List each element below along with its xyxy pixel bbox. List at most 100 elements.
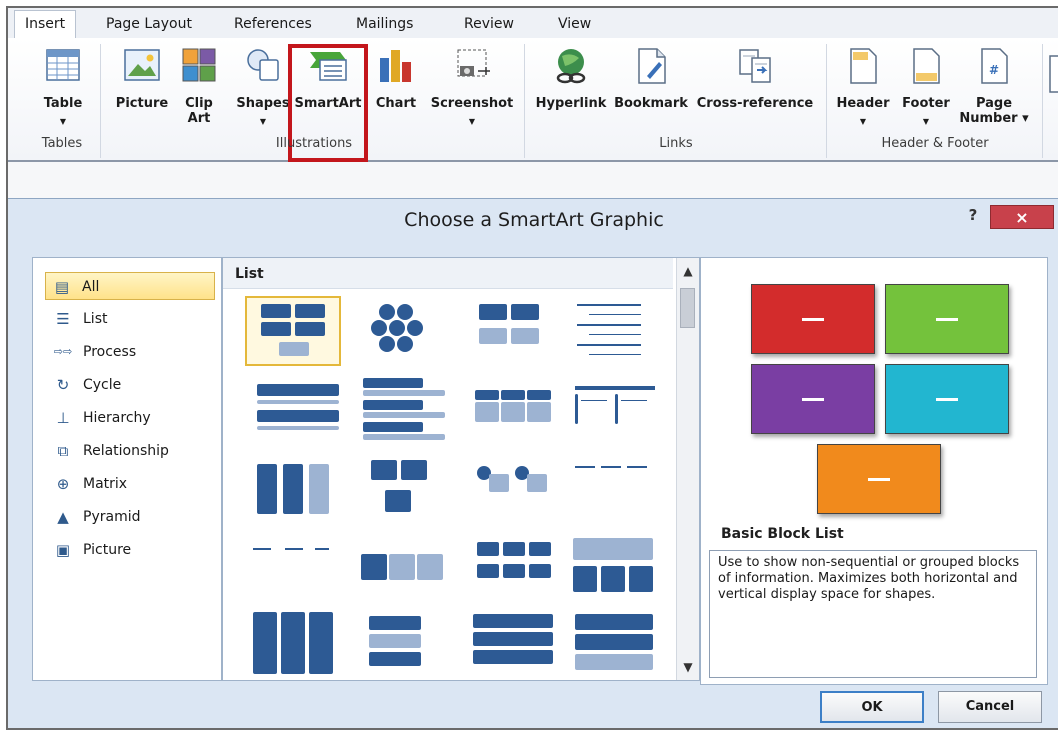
header-icon: [850, 48, 877, 84]
bookmark-label: Bookmark: [614, 96, 688, 111]
cycle-icon: ↻: [56, 376, 70, 394]
dialog-titlebar: Choose a SmartArt Graphic ? ×: [8, 199, 1058, 243]
tab-mailings[interactable]: Mailings: [356, 14, 413, 38]
layout-hexagon-cluster[interactable]: [361, 296, 457, 366]
ribbon-tab-bar: Insert Page Layout References Mailings R…: [8, 8, 1058, 39]
cross-reference-icon: [739, 49, 771, 83]
table-icon: [46, 49, 80, 81]
chevron-down-icon: ▼: [468, 117, 476, 126]
hyperlink-label: Hyperlink: [535, 96, 607, 111]
ok-button[interactable]: OK: [820, 691, 924, 723]
hyperlink-button[interactable]: Hyperlink: [532, 38, 610, 134]
chevron-up-icon[interactable]: ▲: [677, 260, 699, 282]
layout-horizontal-blocks[interactable]: [361, 534, 457, 604]
layout-table-list[interactable]: [569, 374, 665, 444]
header-button[interactable]: Header ▼: [830, 38, 896, 134]
table-button[interactable]: Table ▼: [28, 38, 98, 134]
layout-circle-picture-list[interactable]: [245, 610, 341, 680]
footer-button[interactable]: Footer ▼: [896, 38, 956, 134]
layout-stacked-list[interactable]: [245, 454, 341, 524]
category-cycle[interactable]: ↻ Cycle: [47, 371, 213, 399]
picture-icon: ▣: [55, 541, 71, 559]
group-separator: [1042, 44, 1043, 158]
layout-basic-block-list[interactable]: [245, 296, 341, 366]
page-number-button[interactable]: # Page Number ▾: [958, 38, 1030, 134]
group-separator: [826, 44, 827, 158]
word-window: Insert Page Layout References Mailings R…: [6, 6, 1058, 730]
category-process[interactable]: ⇨⇨ Process: [47, 338, 213, 366]
tab-insert[interactable]: Insert: [14, 10, 77, 39]
help-button[interactable]: ?: [958, 203, 988, 227]
category-all[interactable]: ▤ All: [45, 272, 215, 300]
layout-horizontal-picture-list[interactable]: [469, 610, 565, 680]
layout-trapezoid-list[interactable]: [569, 534, 665, 604]
smartart-dialog: Choose a SmartArt Graphic ? × ▤ All ☰ Li…: [8, 198, 1058, 728]
picture-icon: [124, 49, 160, 81]
dialog-title: Choose a SmartArt Graphic: [404, 209, 664, 231]
shapes-button[interactable]: Shapes ▼: [234, 38, 292, 134]
layout-segmented-list[interactable]: [569, 610, 665, 680]
gallery-scrollbar[interactable]: ▲ ▼: [676, 258, 699, 680]
tab-view[interactable]: View: [558, 14, 591, 38]
clip-art-icon: [182, 48, 216, 82]
layout-vertical-box-list[interactable]: [361, 374, 457, 444]
group-label-links: Links: [659, 136, 693, 151]
layout-lined-list[interactable]: [569, 296, 665, 366]
layout-tab-list[interactable]: [361, 610, 457, 680]
layout-dotted-list[interactable]: [569, 454, 665, 524]
category-relationship[interactable]: ⧉ Relationship: [47, 437, 213, 465]
cross-reference-label: Cross-reference: [696, 96, 814, 111]
bookmark-button[interactable]: Bookmark: [612, 38, 690, 134]
category-list-item[interactable]: ☰ List: [47, 305, 213, 333]
chart-label: Chart: [375, 96, 417, 111]
pyramid-icon: ▲: [57, 508, 69, 526]
category-list: ▤ All ☰ List ⇨⇨ Process ↻ Cycle ⊥ Hierar…: [32, 257, 222, 681]
gallery-header: [223, 258, 673, 289]
layout-grid-matrix-list[interactable]: [469, 534, 565, 604]
layout-horizontal-bullet-list[interactable]: [469, 374, 565, 444]
category-pyramid[interactable]: ▲ Pyramid: [47, 503, 213, 531]
picture-button[interactable]: Picture: [112, 38, 172, 134]
all-icon: ▤: [54, 278, 70, 296]
chevron-down-icon: ▼: [922, 117, 930, 126]
preview-pane: Basic Block List Use to show non-sequent…: [700, 257, 1048, 685]
cancel-button[interactable]: Cancel: [938, 691, 1042, 723]
list-icon: ☰: [56, 310, 70, 328]
shapes-label: Shapes: [236, 96, 290, 111]
page-number-label: Page Number ▾: [959, 96, 1029, 126]
layout-hanging-list[interactable]: [245, 534, 341, 604]
category-picture[interactable]: ▣ Picture: [47, 536, 213, 564]
chevron-down-icon: ▼: [59, 117, 67, 126]
text-box-icon: [1049, 55, 1058, 93]
chevron-down-icon: ▼: [259, 117, 267, 126]
chevron-down-icon[interactable]: ▼: [677, 656, 699, 678]
cross-reference-button[interactable]: Cross-reference: [692, 38, 818, 134]
layout-bending-list[interactable]: [469, 454, 565, 524]
group-label-tables: Tables: [41, 136, 83, 151]
clip-art-label: Clip Art: [185, 96, 213, 126]
layout-picture-caption-list[interactable]: [361, 454, 457, 524]
preview-block-purple: [751, 364, 875, 434]
screenshot-button[interactable]: Screenshot ▼: [426, 38, 518, 134]
tab-page-layout[interactable]: Page Layout: [106, 14, 192, 38]
tab-references[interactable]: References: [234, 14, 312, 38]
layout-vertical-bullet-list[interactable]: [245, 374, 341, 444]
screenshot-label: Screenshot: [430, 96, 514, 111]
matrix-icon: ⊕: [56, 475, 70, 493]
layout-grouped-blocks[interactable]: [469, 296, 565, 366]
tab-review[interactable]: Review: [464, 14, 514, 38]
gallery-heading: List: [235, 266, 264, 282]
bookmark-icon: [638, 48, 666, 84]
scrollbar-thumb[interactable]: [680, 288, 695, 328]
relationship-icon: ⧉: [57, 442, 69, 460]
category-matrix[interactable]: ⊕ Matrix: [47, 470, 213, 498]
chart-button[interactable]: Chart: [370, 38, 422, 134]
clip-art-button[interactable]: Clip Art: [178, 38, 220, 134]
close-button[interactable]: ×: [990, 205, 1054, 229]
layout-gallery: List ▲ ▼: [222, 257, 700, 681]
screenshot-icon: [457, 49, 490, 77]
category-hierarchy[interactable]: ⊥ Hierarchy: [47, 404, 213, 432]
shapes-icon: [247, 49, 279, 81]
chart-icon: [380, 50, 411, 82]
page-number-icon: #: [981, 48, 1008, 84]
